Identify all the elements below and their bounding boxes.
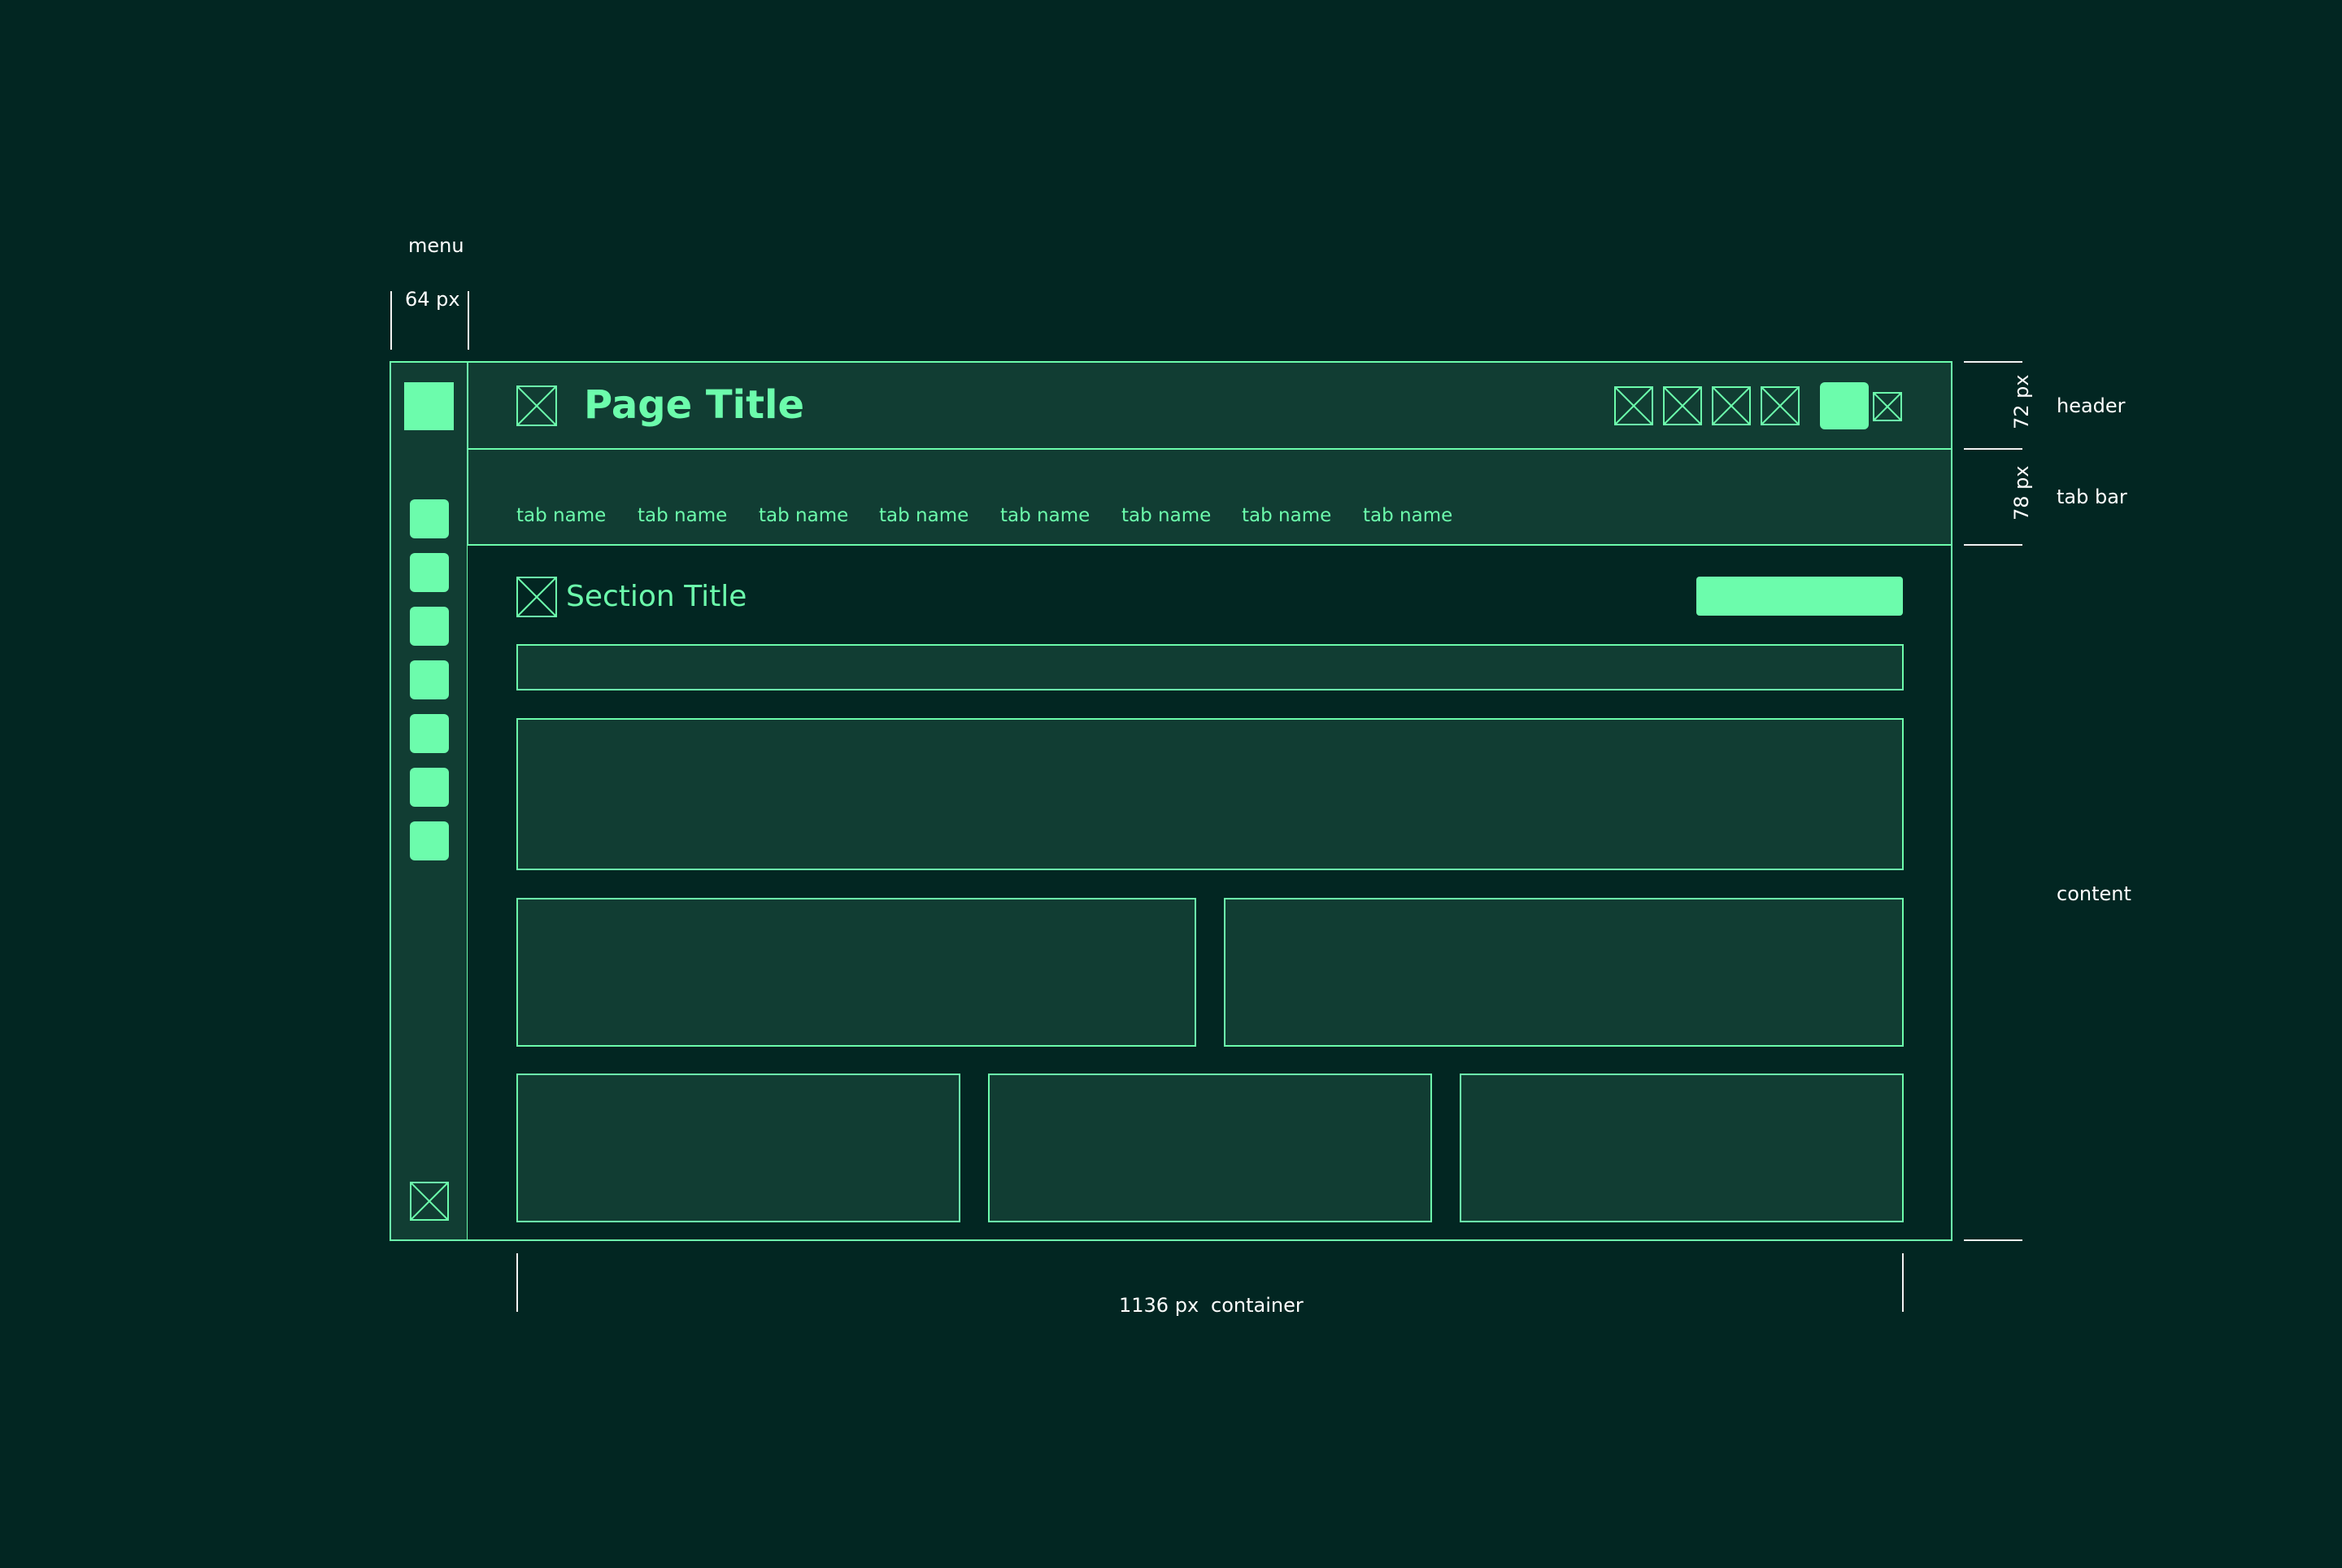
header-placeholder-icon[interactable]	[516, 385, 557, 426]
tab-1[interactable]: tab name	[516, 507, 606, 525]
sidebar-item-6-icon[interactable]	[410, 768, 449, 807]
tab-5[interactable]: tab name	[1000, 507, 1090, 525]
sidebar-item-1-icon[interactable]	[410, 499, 449, 538]
container-annotation: container	[1211, 1294, 1304, 1317]
header-height-annotation: 72 px	[2010, 374, 2033, 429]
user-avatar[interactable]	[1820, 382, 1869, 429]
sidebar-item-7-icon[interactable]	[410, 821, 449, 860]
sidebar-logo[interactable]	[404, 382, 454, 430]
header-tick-top	[1964, 361, 2022, 363]
content-annotation: content	[2057, 882, 2131, 905]
tab-3[interactable]: tab name	[759, 507, 848, 525]
section-primary-button[interactable]	[1696, 577, 1903, 616]
sidebar-item-2-icon[interactable]	[410, 553, 449, 592]
tabbar-annotation: tab bar	[2057, 486, 2127, 508]
menu-annotation: menu	[408, 234, 464, 257]
header-menu-placeholder-icon[interactable]	[1873, 392, 1902, 421]
content-card-wide	[516, 718, 1904, 870]
header-annotation: header	[2057, 394, 2126, 417]
section-placeholder-icon	[516, 577, 557, 617]
menu-dimension-line-left	[390, 291, 392, 350]
tab-7[interactable]: tab name	[1242, 507, 1331, 525]
header-action-3-icon[interactable]	[1712, 386, 1751, 425]
header-action-1-icon[interactable]	[1614, 386, 1653, 425]
content-tick-bottom	[1964, 1239, 2022, 1241]
tab-6[interactable]: tab name	[1121, 507, 1211, 525]
header-divider	[468, 448, 1952, 450]
tabbar-height-annotation: 78 px	[2010, 465, 2033, 520]
menu-dimension-line-right	[468, 291, 469, 350]
header-action-2-icon[interactable]	[1663, 386, 1702, 425]
sidebar-item-3-icon[interactable]	[410, 607, 449, 646]
content-card-half-1	[516, 898, 1196, 1047]
header-tick-bottom	[1964, 448, 2022, 450]
sidebar-item-4-icon[interactable]	[410, 660, 449, 699]
tabbar-tick-bottom	[1964, 544, 2022, 546]
header-action-4-icon[interactable]	[1761, 386, 1800, 425]
menu-width-annotation: 64 px	[405, 288, 460, 311]
container-dimension-line-right	[1902, 1253, 1904, 1312]
content-card-half-2	[1224, 898, 1904, 1047]
section-title: Section Title	[566, 580, 747, 613]
tab-2[interactable]: tab name	[638, 507, 727, 525]
search-input[interactable]	[516, 644, 1904, 690]
content-card-third-1	[516, 1074, 960, 1222]
tab-8[interactable]: tab name	[1363, 507, 1452, 525]
content-card-third-2	[988, 1074, 1432, 1222]
tab-4[interactable]: tab name	[879, 507, 969, 525]
content-card-third-3	[1460, 1074, 1904, 1222]
sidebar-bottom-placeholder-icon[interactable]	[410, 1182, 449, 1221]
page-title: Page Title	[584, 382, 805, 428]
container-dimension-line-left	[516, 1253, 518, 1312]
sidebar-item-5-icon[interactable]	[410, 714, 449, 753]
container-width-annotation: 1136 px	[1119, 1294, 1199, 1317]
